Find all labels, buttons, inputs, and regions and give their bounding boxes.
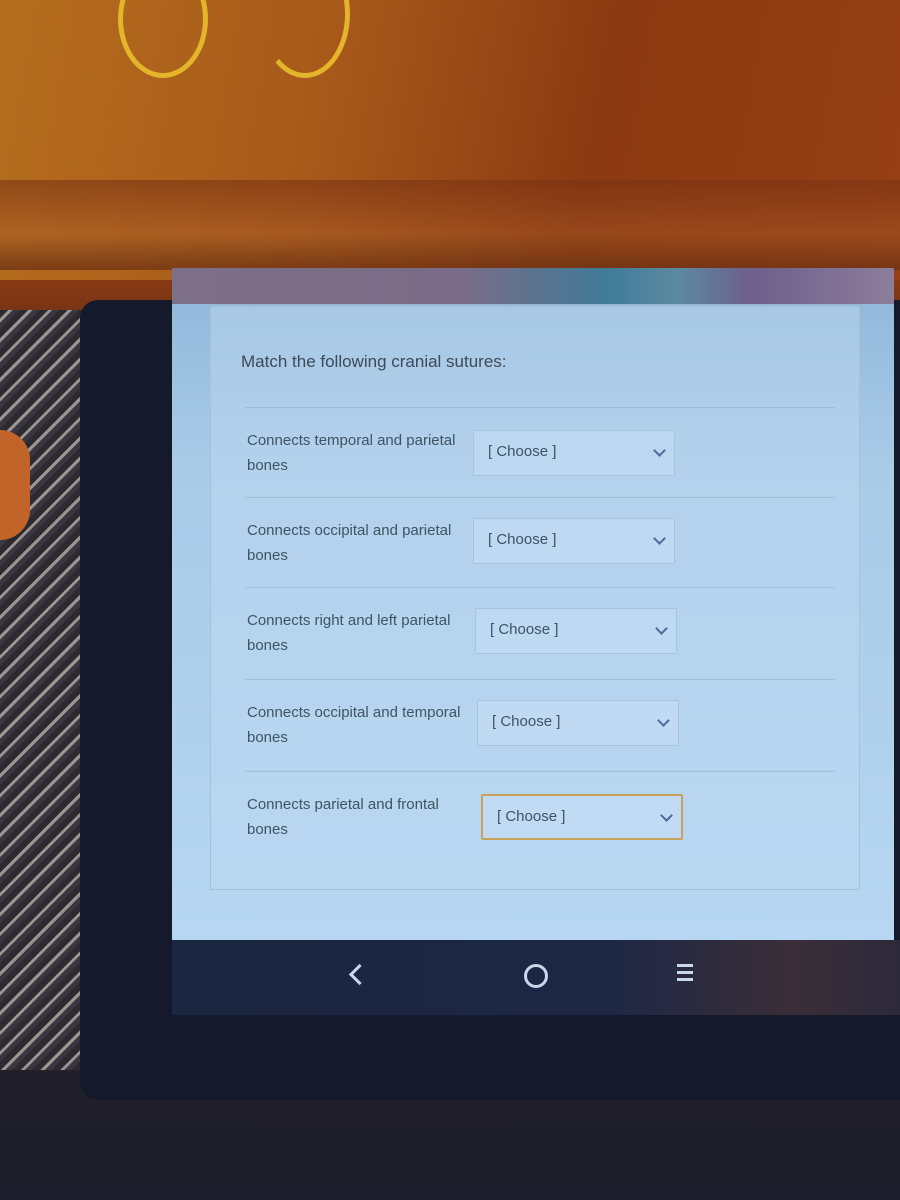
background-finger	[0, 430, 30, 540]
match-row: Connects occipital and temporal bones [ …	[245, 679, 835, 772]
select-value: [ Choose ]	[488, 443, 557, 460]
select-value: [ Choose ]	[488, 531, 557, 548]
answer-select[interactable]: [ Choose ]	[475, 608, 677, 654]
question-title: Match the following cranial sutures:	[241, 352, 507, 371]
match-row: Connects occipital and parietal bones [ …	[245, 497, 835, 588]
answer-select[interactable]: [ Choose ]	[473, 518, 675, 564]
chevron-down-icon	[653, 444, 666, 457]
home-icon[interactable]	[524, 964, 548, 988]
match-prompt: Connects occipital and parietal bones	[247, 522, 452, 564]
back-icon[interactable]	[348, 963, 371, 986]
recent-apps-icon[interactable]	[677, 964, 693, 985]
chevron-down-icon	[657, 714, 670, 727]
answer-select-focused[interactable]: [ Choose ]	[481, 794, 683, 840]
status-bar	[172, 268, 894, 304]
match-prompt: Connects parietal and frontal bones	[247, 796, 439, 838]
device-screen: Match the following cranial sutures: Con…	[172, 268, 894, 940]
answer-select[interactable]: [ Choose ]	[473, 430, 675, 476]
select-value: [ Choose ]	[497, 808, 566, 825]
android-nav-bar	[172, 940, 900, 1015]
match-prompt: Connects temporal and parietal bones	[247, 432, 456, 474]
question-card: Match the following cranial sutures: Con…	[210, 306, 860, 890]
match-row: Connects temporal and parietal bones [ C…	[245, 407, 835, 498]
chevron-down-icon	[653, 532, 666, 545]
background-ledge	[0, 180, 900, 270]
match-prompt: Connects right and left parietal bones	[247, 612, 451, 654]
match-row: Connects parietal and frontal bones [ Ch…	[245, 771, 835, 862]
answer-select[interactable]: [ Choose ]	[477, 700, 679, 746]
match-row: Connects right and left parietal bones […	[245, 587, 835, 680]
match-prompt: Connects occipital and temporal bones	[247, 704, 461, 746]
chevron-down-icon	[655, 622, 668, 635]
select-value: [ Choose ]	[490, 621, 559, 638]
chevron-down-icon	[660, 809, 673, 822]
select-value: [ Choose ]	[492, 713, 561, 730]
